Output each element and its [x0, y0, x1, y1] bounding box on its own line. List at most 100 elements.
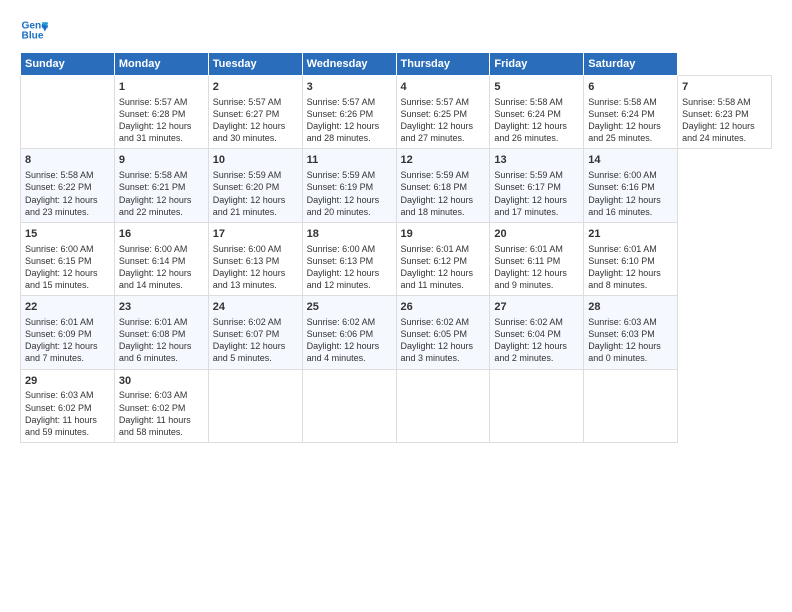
sunrise-text: Sunrise: 5:57 AM [119, 97, 188, 107]
sunrise-text: Sunrise: 6:01 AM [494, 244, 563, 254]
daylight-text: Daylight: 12 hours and 16 minutes. [588, 195, 661, 217]
sunset-text: Sunset: 6:11 PM [494, 256, 560, 266]
sunrise-text: Sunrise: 5:57 AM [213, 97, 282, 107]
day-number: 9 [119, 153, 204, 168]
sunrise-text: Sunrise: 5:57 AM [401, 97, 470, 107]
daylight-text: Daylight: 12 hours and 28 minutes. [307, 121, 380, 143]
sunrise-text: Sunrise: 5:59 AM [213, 170, 282, 180]
sunrise-text: Sunrise: 6:00 AM [588, 170, 657, 180]
table-row: 19Sunrise: 6:01 AMSunset: 6:12 PMDayligh… [396, 222, 490, 295]
table-row: 10 Sunrise: 5:59 AM Sunset: 6:20 PM Dayligh… [208, 149, 302, 222]
daylight-text: Daylight: 12 hours and 14 minutes. [119, 268, 192, 290]
sunset-text: Sunset: 6:16 PM [588, 182, 655, 192]
daylight-text: Daylight: 12 hours and 23 minutes. [25, 195, 98, 217]
day-number: 13 [494, 153, 579, 168]
day-number: 27 [494, 300, 579, 315]
sunset-text: Sunset: 6:26 PM [307, 109, 374, 119]
day-number: 4 [401, 80, 486, 95]
sunrise-text: Sunrise: 6:02 AM [494, 317, 563, 327]
daylight-text: Daylight: 12 hours and 27 minutes. [401, 121, 474, 143]
table-row: 2Sunrise: 5:57 AMSunset: 6:27 PMDaylight… [208, 76, 302, 149]
sunset-text: Sunset: 6:28 PM [119, 109, 186, 119]
sunrise-text: Sunrise: 5:58 AM [682, 97, 751, 107]
sunrise-text: Sunrise: 5:59 AM [307, 170, 376, 180]
day-number: 17 [213, 227, 298, 242]
day-number: 28 [588, 300, 673, 315]
sunset-text: Sunset: 6:20 PM [213, 182, 280, 192]
page: General Blue SundayMondayTuesdayWednesda… [0, 0, 792, 612]
sunrise-text: Sunrise: 6:01 AM [25, 317, 94, 327]
sunrise-text: Sunrise: 6:00 AM [213, 244, 282, 254]
sunset-text: Sunset: 6:04 PM [494, 329, 561, 339]
empty-cell [21, 76, 115, 149]
table-row: 22Sunrise: 6:01 AMSunset: 6:09 PMDayligh… [21, 296, 115, 369]
sunrise-text: Sunrise: 5:57 AM [307, 97, 376, 107]
col-header-tuesday: Tuesday [208, 53, 302, 76]
col-header-thursday: Thursday [396, 53, 490, 76]
sunrise-text: Sunrise: 6:00 AM [307, 244, 376, 254]
sunset-text: Sunset: 6:12 PM [401, 256, 468, 266]
table-row: 30Sunrise: 6:03 AMSunset: 6:02 PMDayligh… [114, 369, 208, 442]
day-number: 1 [119, 80, 204, 95]
daylight-text: Daylight: 12 hours and 25 minutes. [588, 121, 661, 143]
table-row: 13Sunrise: 5:59 AMSunset: 6:17 PMDayligh… [490, 149, 584, 222]
daylight-text: Daylight: 12 hours and 5 minutes. [213, 341, 286, 363]
empty-cell [302, 369, 396, 442]
daylight-text: Daylight: 12 hours and 13 minutes. [213, 268, 286, 290]
sunrise-text: Sunrise: 6:02 AM [401, 317, 470, 327]
daylight-text: Daylight: 12 hours and 8 minutes. [588, 268, 661, 290]
daylight-text: Daylight: 12 hours and 0 minutes. [588, 341, 661, 363]
col-header-sunday: Sunday [21, 53, 115, 76]
sunset-text: Sunset: 6:13 PM [307, 256, 374, 266]
week-row-1: 1 Sunrise: 5:57 AM Sunset: 6:28 PM Daylight… [21, 76, 772, 149]
sunset-text: Sunset: 6:19 PM [307, 182, 374, 192]
table-row: 9Sunrise: 5:58 AMSunset: 6:21 PMDaylight… [114, 149, 208, 222]
sunset-text: Sunset: 6:15 PM [25, 256, 92, 266]
day-number: 25 [307, 300, 392, 315]
sunset-text: Sunset: 6:24 PM [494, 109, 561, 119]
week-row-2: 8Sunrise: 5:58 AMSunset: 6:22 PMDaylight… [21, 149, 772, 222]
sunrise-text: Sunrise: 6:00 AM [119, 244, 188, 254]
day-number: 22 [25, 300, 110, 315]
daylight-text: Daylight: 11 hours and 59 minutes. [25, 415, 97, 437]
daylight-text: Daylight: 12 hours and 12 minutes. [307, 268, 380, 290]
sunrise-text: Sunrise: 5:58 AM [494, 97, 563, 107]
day-number: 26 [401, 300, 486, 315]
daylight-text: Daylight: 12 hours and 21 minutes. [213, 195, 286, 217]
table-row: 14Sunrise: 6:00 AMSunset: 6:16 PMDayligh… [584, 149, 678, 222]
daylight-text: Daylight: 12 hours and 7 minutes. [25, 341, 98, 363]
sunrise-text: Sunrise: 6:01 AM [119, 317, 188, 327]
day-number: 19 [401, 227, 486, 242]
week-row-4: 22Sunrise: 6:01 AMSunset: 6:09 PMDayligh… [21, 296, 772, 369]
table-row: 11Sunrise: 5:59 AMSunset: 6:19 PMDayligh… [302, 149, 396, 222]
day-number: 10 [213, 153, 298, 168]
day-number: 21 [588, 227, 673, 242]
sunrise-text: Sunrise: 6:03 AM [119, 390, 188, 400]
sunrise-text: Sunrise: 6:00 AM [25, 244, 94, 254]
day-number: 3 [307, 80, 392, 95]
table-row: 3 Sunrise: 5:57 AM Sunset: 6:26 PM Daylight… [302, 76, 396, 149]
daylight-text: Daylight: 12 hours and 4 minutes. [307, 341, 380, 363]
sunrise-text: Sunrise: 5:58 AM [25, 170, 94, 180]
sunrise-text: Sunrise: 5:59 AM [401, 170, 470, 180]
table-row: 17Sunrise: 6:00 AMSunset: 6:13 PMDayligh… [208, 222, 302, 295]
sunset-text: Sunset: 6:02 PM [119, 403, 186, 413]
calendar-table: SundayMondayTuesdayWednesdayThursdayFrid… [20, 52, 772, 443]
sunset-text: Sunset: 6:22 PM [25, 182, 92, 192]
calendar-body: 1 Sunrise: 5:57 AM Sunset: 6:28 PM Daylight… [21, 76, 772, 443]
daylight-text: Daylight: 12 hours and 31 minutes. [119, 121, 192, 143]
day-number: 20 [494, 227, 579, 242]
day-number: 5 [494, 80, 579, 95]
empty-cell [584, 369, 678, 442]
col-header-wednesday: Wednesday [302, 53, 396, 76]
daylight-text: Daylight: 12 hours and 3 minutes. [401, 341, 474, 363]
day-number: 7 [682, 80, 767, 95]
daylight-text: Daylight: 12 hours and 26 minutes. [494, 121, 567, 143]
day-number: 16 [119, 227, 204, 242]
daylight-text: Daylight: 12 hours and 20 minutes. [307, 195, 380, 217]
day-number: 23 [119, 300, 204, 315]
sunset-text: Sunset: 6:03 PM [588, 329, 655, 339]
daylight-text: Daylight: 12 hours and 17 minutes. [494, 195, 567, 217]
col-header-monday: Monday [114, 53, 208, 76]
sunrise-text: Sunrise: 6:02 AM [213, 317, 282, 327]
